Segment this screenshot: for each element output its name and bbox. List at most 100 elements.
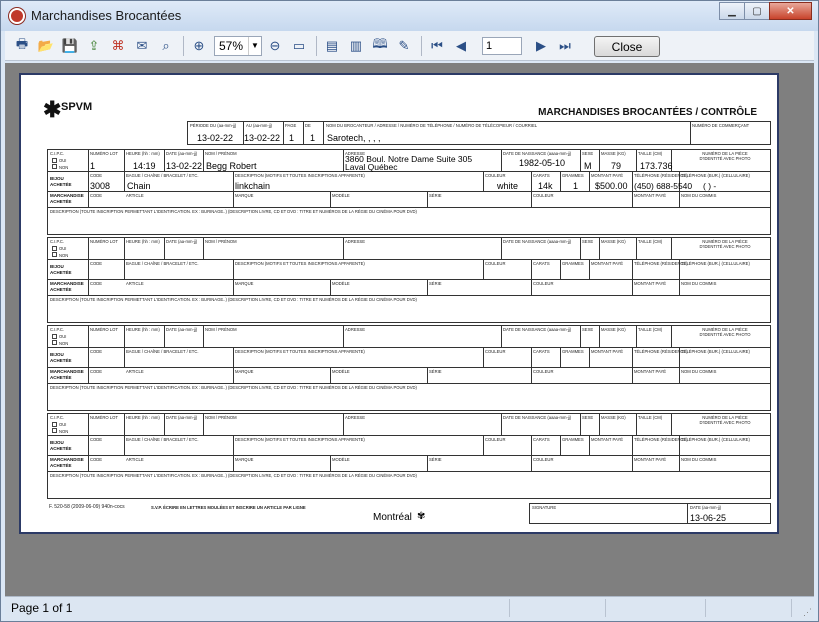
zoom-in-icon[interactable]: ⊕ — [188, 35, 210, 57]
nom-label: NOM / PRÉNOM — [205, 415, 237, 420]
last-page-icon[interactable]: ⏭ — [554, 35, 576, 57]
cipc-non-checkbox[interactable] — [52, 252, 57, 257]
code-label: CODE — [90, 193, 103, 198]
cipc-non-checkbox[interactable] — [52, 164, 57, 169]
brocanteur-value: Sarotech, , , , — [327, 133, 381, 143]
lot-label: NUMÉRO LOT — [90, 415, 118, 420]
serie-label: SÉRIE — [429, 369, 442, 374]
lot-label: NUMÉRO LOT — [90, 151, 118, 156]
couleur-label: COULEUR — [485, 437, 506, 442]
sexe-label: SEXE — [582, 239, 594, 244]
bijou-label: BIJOU ACHETÉE — [50, 176, 72, 187]
page-status: Page 1 of 1 — [11, 601, 73, 615]
cipc-oui-checkbox[interactable] — [52, 334, 57, 339]
report-viewer[interactable]: ✱ SPVM MARCHANDISES BROCANTÉES / CONTRÔL… — [5, 63, 814, 596]
couleur-label: COULEUR — [485, 261, 506, 266]
toolbar: 🖶 📂 💾 ⇪ ⌘ ✉ ⌕ ⊕ 57% ▼ ⊖ ▭ ▤ ▥ 🕮 ✎ ⏮ ◀ 1 … — [5, 31, 814, 61]
edit-icon[interactable]: ✎ — [393, 35, 415, 57]
couleur-value: white — [497, 181, 519, 191]
maximize-button[interactable]: ▢ — [744, 2, 770, 20]
bijou-label: BIJOU ACHETÉE — [50, 352, 72, 363]
multi-page-icon[interactable]: ▥ — [345, 35, 367, 57]
date-label: DATE (aa-mm-jj) — [166, 151, 198, 156]
save-icon[interactable]: 💾 — [59, 35, 81, 57]
grammes-label: GRAMMES — [562, 437, 584, 442]
modele-label: MODÈLE — [332, 281, 350, 286]
tel-res-label: TÉLÉPHONE (RÉSIDENCE) — [634, 173, 688, 178]
tel-bur-label: TÉLÉPHONE (BUR.) (CELLULAIRE) — [681, 173, 750, 178]
grammes-value: 1 — [573, 181, 579, 191]
zoom-select[interactable]: 57% ▼ — [214, 35, 262, 56]
description-long-label: DESCRIPTION (TOUTE INSCRIPTION PERMETTAN… — [50, 473, 417, 478]
print-icon[interactable]: 🖶 — [11, 35, 33, 57]
non-label: NON — [59, 253, 69, 258]
book-icon[interactable]: 🕮 — [369, 35, 391, 57]
montreal-rosette-icon: ✾ — [417, 511, 426, 522]
close-button[interactable]: Close — [594, 36, 660, 57]
taille-label: TAILLE (CM) — [638, 327, 663, 332]
non-label: NON — [59, 429, 69, 434]
description-long-label: DESCRIPTION (TOUTE INSCRIPTION PERMETTAN… — [50, 385, 417, 390]
code-label: CODE — [90, 281, 103, 286]
montant-label: MONTANT PAYÉ — [634, 369, 667, 374]
zoom-out-icon[interactable]: ⊖ — [264, 35, 286, 57]
page-number-input[interactable]: 1 — [482, 36, 522, 55]
minimize-button[interactable]: ▁ — [719, 2, 745, 20]
taille-label: TAILLE (CM) — [638, 151, 663, 156]
description-motifs-label: DESCRIPTION (MOTIFS ET TOUTES INSCRIPTIO… — [235, 437, 365, 442]
cipc-label: C.I.P.C. — [50, 415, 65, 420]
bague-label: BAGUE / CHAÎNE / BRACELET / ETC. — [126, 349, 199, 354]
description-motifs-label: DESCRIPTION (MOTIFS ET TOUTES INSCRIPTIO… — [235, 349, 365, 354]
non-label: NON — [59, 341, 69, 346]
first-page-icon[interactable]: ⏮ — [426, 35, 448, 57]
grammes-label: GRAMMES — [562, 173, 584, 178]
sexe-label: SEXE — [582, 151, 594, 156]
couleur-label: COULEUR — [533, 281, 554, 286]
find-icon[interactable]: ⌕ — [155, 35, 177, 57]
adresse-line2-value: Laval Québec — [345, 162, 398, 172]
cipc-label: C.I.P.C. — [50, 327, 65, 332]
cipc-oui-checkbox[interactable] — [52, 246, 57, 251]
fit-page-icon[interactable]: ▭ — [288, 35, 310, 57]
cipc-label: C.I.P.C. — [50, 239, 65, 244]
carats-value: 14k — [538, 181, 553, 191]
adresse-label: ADRESSE — [345, 415, 366, 420]
heure-value: 14:19 — [133, 161, 156, 171]
bague-label: BAGUE / CHAÎNE / BRACELET / ETC. — [126, 173, 199, 178]
open-folder-icon[interactable]: 📂 — [35, 35, 57, 57]
lot-value: 1 — [90, 161, 96, 171]
montant-label: MONTANT PAYÉ — [634, 281, 667, 286]
cipc-non-checkbox[interactable] — [52, 340, 57, 345]
single-page-icon[interactable]: ▤ — [321, 35, 343, 57]
date-label: DATE (aa-mm-jj) — [166, 239, 198, 244]
adresse-label: ADRESSE — [345, 327, 366, 332]
commis-label: NOM DU COMMIS — [681, 281, 717, 286]
pdf-icon[interactable]: ⌘ — [107, 35, 129, 57]
cipc-oui-checkbox[interactable] — [52, 422, 57, 427]
resize-grip-icon[interactable]: ⋰ — [803, 607, 812, 618]
masse-label: MASSE (KG) — [601, 151, 626, 156]
email-icon[interactable]: ✉ — [131, 35, 153, 57]
form-title: MARCHANDISES BROCANTÉES / CONTRÔLE — [538, 107, 757, 118]
close-window-button[interactable]: ✕ — [769, 2, 812, 20]
description-motifs-label: DESCRIPTION (MOTIFS ET TOUTES INSCRIPTIO… — [235, 173, 365, 178]
cipc-oui-checkbox[interactable] — [52, 158, 57, 163]
grammes-label: GRAMMES — [562, 349, 584, 354]
article-label: ARTICLE — [126, 193, 144, 198]
montreal-brand: Montréal — [373, 512, 412, 523]
marque-label: MARQUE — [235, 369, 254, 374]
chevron-down-icon[interactable]: ▼ — [248, 36, 261, 55]
marque-label: MARQUE — [235, 457, 254, 462]
piece-label: NUMÉRO DE LA PIÈCE D'IDENTITÉ AVEC PHOTO — [699, 415, 751, 425]
export-icon[interactable]: ⇪ — [83, 35, 105, 57]
next-page-icon[interactable]: ▶ — [530, 35, 552, 57]
window-title: Marchandises Brocantées — [31, 8, 182, 23]
nom-value: Begg Robert — [206, 161, 257, 171]
prev-page-icon[interactable]: ◀ — [450, 35, 472, 57]
cipc-non-checkbox[interactable] — [52, 428, 57, 433]
bijou-label: BIJOU ACHETÉE — [50, 440, 72, 451]
montant-label: MONTANT PAYÉ — [634, 457, 667, 462]
naissance-label: DATE DE NAISSANCE (aaaa-mm-jj) — [503, 239, 572, 244]
heure-label: HEURE (hh : mm) — [126, 151, 160, 156]
signature-box — [529, 503, 771, 524]
